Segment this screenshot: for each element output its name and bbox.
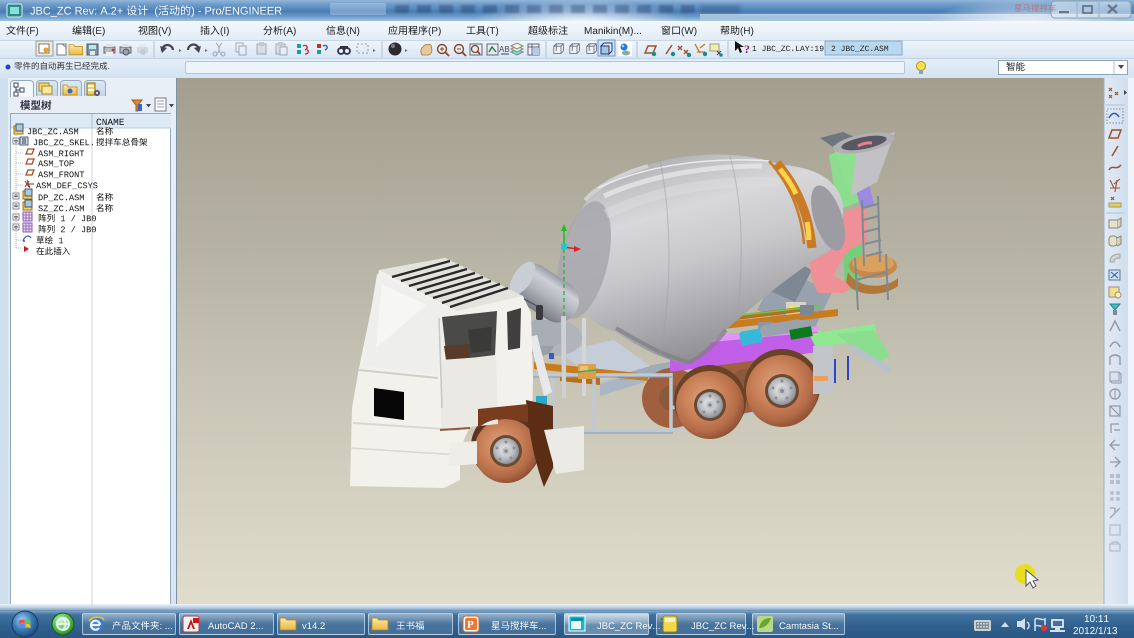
svg-text:P: P <box>467 619 474 631</box>
svg-text:?: ? <box>744 42 750 56</box>
svg-text:AB: AB <box>499 45 510 54</box>
